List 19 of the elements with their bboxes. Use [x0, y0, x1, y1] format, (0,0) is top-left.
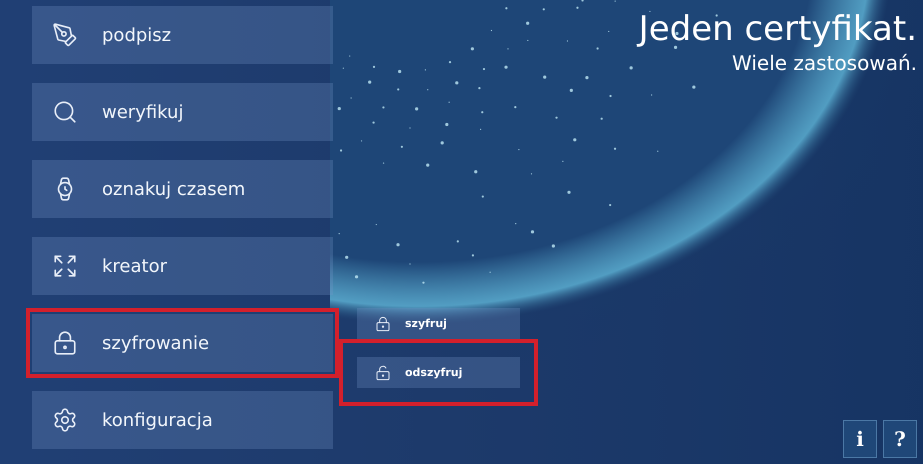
headline-title: Jeden certyfikat. [638, 10, 917, 50]
submenu-item[interactable]: odszyfruj [339, 339, 538, 406]
search-icon [52, 99, 78, 125]
menu-item[interactable]: konfiguracja [32, 391, 333, 449]
lock-icon [52, 330, 78, 356]
headline-subtitle: Wiele zastosowań. [732, 51, 917, 76]
help-button[interactable]: i [843, 420, 877, 458]
expand-arrows-icon [52, 253, 78, 279]
submenu-item[interactable]: szyfruj [357, 308, 520, 339]
pen-nib-icon [52, 22, 78, 48]
unlock-icon [375, 364, 391, 380]
lock-icon [375, 316, 391, 332]
menu-item[interactable]: weryfikuj [32, 83, 333, 141]
menu-item[interactable]: kreator [32, 237, 333, 295]
menu-item[interactable]: podpisz [32, 6, 333, 64]
menu-item[interactable]: szyfrowanie [26, 308, 339, 378]
help-button[interactable]: ? [883, 420, 917, 458]
menu-item[interactable]: oznakuj czasem [32, 160, 333, 218]
settings-icon [52, 407, 78, 433]
